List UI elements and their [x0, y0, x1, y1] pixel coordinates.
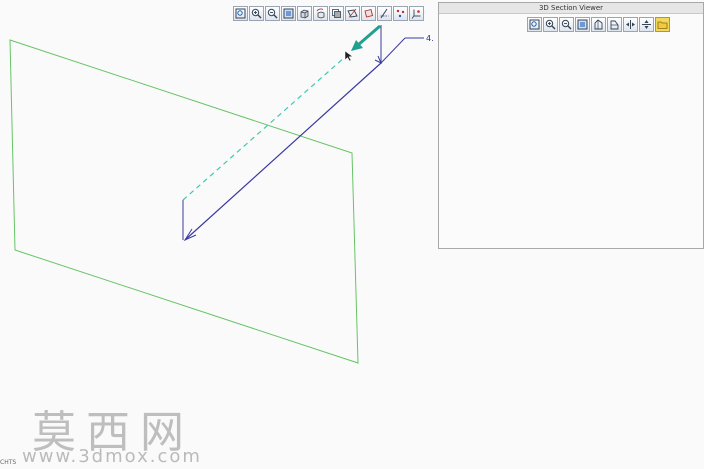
datum-plane[interactable]	[9, 39, 359, 364]
preview-dashed-line	[182, 56, 346, 201]
status-text: CHTS	[0, 459, 17, 466]
zoom-window-icon	[283, 8, 294, 19]
sketch-arrow-head-end	[374, 55, 382, 65]
zoom-fit-icon	[235, 8, 246, 19]
flip-vertical-icon	[642, 20, 651, 29]
dimension-value-label[interactable]: 4.	[426, 34, 434, 43]
layers-icon	[332, 9, 341, 18]
section-viewer-panel[interactable]: 3D Section Viewer	[438, 2, 704, 249]
viewer-rotate-left-button[interactable]	[591, 17, 606, 32]
zoom-fit-button[interactable]	[233, 6, 248, 21]
viewer-rotate-right-button[interactable]	[607, 17, 622, 32]
plane-icon	[364, 8, 374, 18]
point-icon	[396, 9, 405, 18]
section-viewer-toolbar	[527, 17, 670, 32]
zoom-window-button[interactable]	[281, 6, 296, 21]
rotate-left-icon	[594, 19, 603, 30]
dimension-leader	[380, 37, 406, 64]
csys-icon	[411, 9, 421, 19]
viewer-refit-button[interactable]	[527, 17, 542, 32]
csys-display-button[interactable]	[409, 6, 424, 21]
flip-horizontal-icon	[626, 20, 635, 29]
watermark-url: www.3dmox.com	[22, 446, 202, 467]
rotate-right-icon	[610, 20, 619, 30]
viewer-options-button[interactable]	[655, 17, 670, 32]
rotate-view-button[interactable]	[313, 6, 328, 21]
point-display-button[interactable]	[393, 6, 408, 21]
rotate-cube-icon	[316, 8, 325, 19]
zoom-window-icon	[577, 19, 588, 30]
shaded-view-button[interactable]	[297, 6, 312, 21]
zoom-out-icon	[561, 19, 572, 30]
viewer-zoom-out-button[interactable]	[559, 17, 574, 32]
zoom-in-icon	[251, 8, 262, 19]
layers-button[interactable]	[329, 6, 344, 21]
sketch-line[interactable]	[184, 62, 382, 241]
zoom-in-button[interactable]	[249, 6, 264, 21]
main-view-toolbar	[233, 6, 424, 21]
cube-icon	[300, 9, 309, 19]
section-viewer-title[interactable]: 3D Section Viewer	[439, 2, 703, 14]
plane-display-button[interactable]	[361, 6, 376, 21]
datum-display-button[interactable]	[345, 6, 360, 21]
viewer-zoom-in-button[interactable]	[543, 17, 558, 32]
zoom-fit-icon	[529, 19, 540, 30]
mouse-cursor-icon	[344, 50, 354, 62]
datum-icon	[347, 8, 358, 18]
zoom-out-icon	[267, 8, 278, 19]
zoom-in-icon	[545, 19, 556, 30]
viewer-zoom-window-button[interactable]	[575, 17, 590, 32]
folder-icon	[657, 21, 668, 29]
zoom-out-button[interactable]	[265, 6, 280, 21]
viewer-flip-horizontal-button[interactable]	[623, 17, 638, 32]
axis-icon	[380, 8, 389, 19]
viewer-flip-vertical-button[interactable]	[639, 17, 654, 32]
direction-arrow-shaft[interactable]	[357, 24, 381, 47]
axis-display-button[interactable]	[377, 6, 392, 21]
